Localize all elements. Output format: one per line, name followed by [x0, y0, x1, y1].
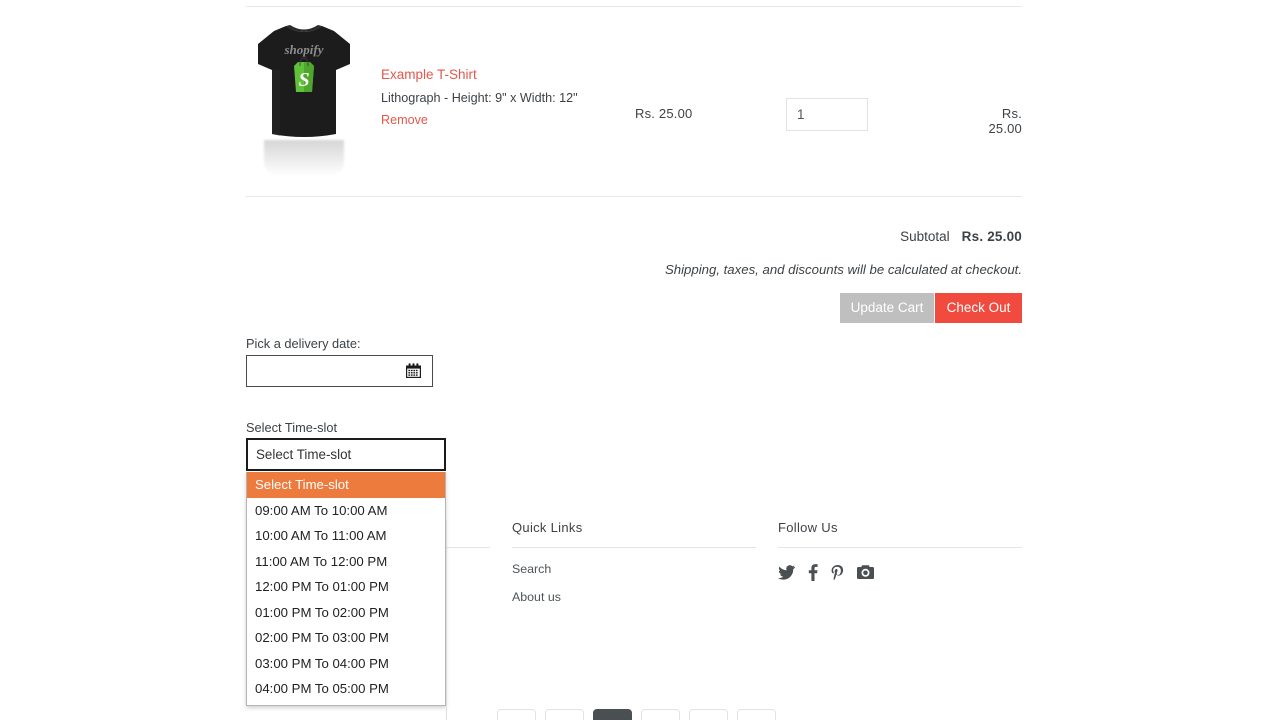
- footer-follow-rule: [778, 547, 1022, 548]
- cart-page: shopify S Example T-Shirt Lithograph - H…: [0, 0, 1280, 720]
- timeslot-option[interactable]: 09:00 AM To 10:00 AM: [247, 498, 445, 524]
- subtotal-label: Subtotal: [900, 229, 950, 244]
- facebook-icon[interactable]: [808, 564, 818, 581]
- social-icon-row: [778, 564, 1022, 581]
- payment-icon: [593, 709, 632, 720]
- footer-follow-title: Follow Us: [778, 520, 838, 535]
- payment-icon: [689, 709, 728, 720]
- footer-quick-links-title: Quick Links: [512, 520, 583, 535]
- timeslot-select[interactable]: Select Time-slot: [246, 438, 446, 471]
- timeslot-option-list[interactable]: Select Time-slot 09:00 AM To 10:00 AM 10…: [246, 472, 446, 706]
- subtotal-row: Subtotal Rs. 25.00: [900, 229, 1022, 244]
- checkout-note: Shipping, taxes, and discounts will be c…: [664, 262, 1022, 277]
- delivery-date-label: Pick a delivery date:: [246, 336, 361, 351]
- product-variant: Lithograph - Height: 9" x Width: 12": [381, 91, 578, 105]
- product-unit-price: Rs. 25.00: [635, 106, 693, 121]
- timeslot-option[interactable]: 11:00 AM To 12:00 PM: [247, 549, 445, 575]
- product-info: Example T-Shirt Lithograph - Height: 9" …: [381, 66, 631, 129]
- timeslot-option[interactable]: 02:00 PM To 03:00 PM: [247, 625, 445, 651]
- cart-line-item: shopify S Example T-Shirt Lithograph - H…: [246, 14, 1022, 189]
- divider-below-items: [246, 196, 1022, 197]
- payment-icon: [545, 709, 584, 720]
- footer-quick-links-rule: [512, 547, 756, 548]
- check-out-button[interactable]: Check Out: [935, 293, 1022, 323]
- svg-text:shopify: shopify: [284, 42, 324, 57]
- payment-icon: [737, 709, 776, 720]
- timeslot-option[interactable]: 10:00 AM To 11:00 AM: [247, 523, 445, 549]
- remove-link[interactable]: Remove: [381, 111, 631, 129]
- timeslot-option[interactable]: 04:00 PM To 05:00 PM: [247, 676, 445, 702]
- payment-icons-row: [497, 709, 776, 720]
- calendar-icon[interactable]: [405, 363, 422, 379]
- product-title-link[interactable]: Example T-Shirt: [381, 66, 631, 84]
- footer-quick-links-column: Quick Links Search About us: [512, 520, 756, 604]
- product-thumbnail[interactable]: shopify S: [252, 22, 356, 176]
- tshirt-reflection: [264, 140, 344, 176]
- footer-follow-column: Follow Us: [778, 520, 1022, 581]
- svg-text:S: S: [298, 69, 309, 91]
- instagram-icon[interactable]: [857, 564, 874, 581]
- update-cart-button[interactable]: Update Cart: [840, 293, 934, 323]
- timeslot-option[interactable]: Select Time-slot: [247, 472, 445, 498]
- timeslot-label: Select Time-slot: [246, 420, 338, 435]
- quantity-input[interactable]: [786, 98, 868, 131]
- tshirt-image: shopify S: [258, 25, 350, 137]
- payment-icon: [497, 709, 536, 720]
- twitter-icon[interactable]: [778, 565, 795, 580]
- product-line-total: Rs. 25.00: [988, 106, 1022, 136]
- footer-link-search[interactable]: Search: [512, 562, 756, 576]
- footer-link-about-us[interactable]: About us: [512, 590, 756, 604]
- payment-icon: [641, 709, 680, 720]
- subtotal-value: Rs. 25.00: [961, 229, 1022, 244]
- timeslot-option[interactable]: 01:00 PM To 02:00 PM: [247, 600, 445, 626]
- divider-top: [246, 6, 1022, 7]
- timeslot-option[interactable]: 03:00 PM To 04:00 PM: [247, 651, 445, 677]
- pinterest-icon[interactable]: [831, 564, 844, 581]
- timeslot-option[interactable]: 12:00 PM To 01:00 PM: [247, 574, 445, 600]
- dropdown-edge-divider: [446, 520, 447, 720]
